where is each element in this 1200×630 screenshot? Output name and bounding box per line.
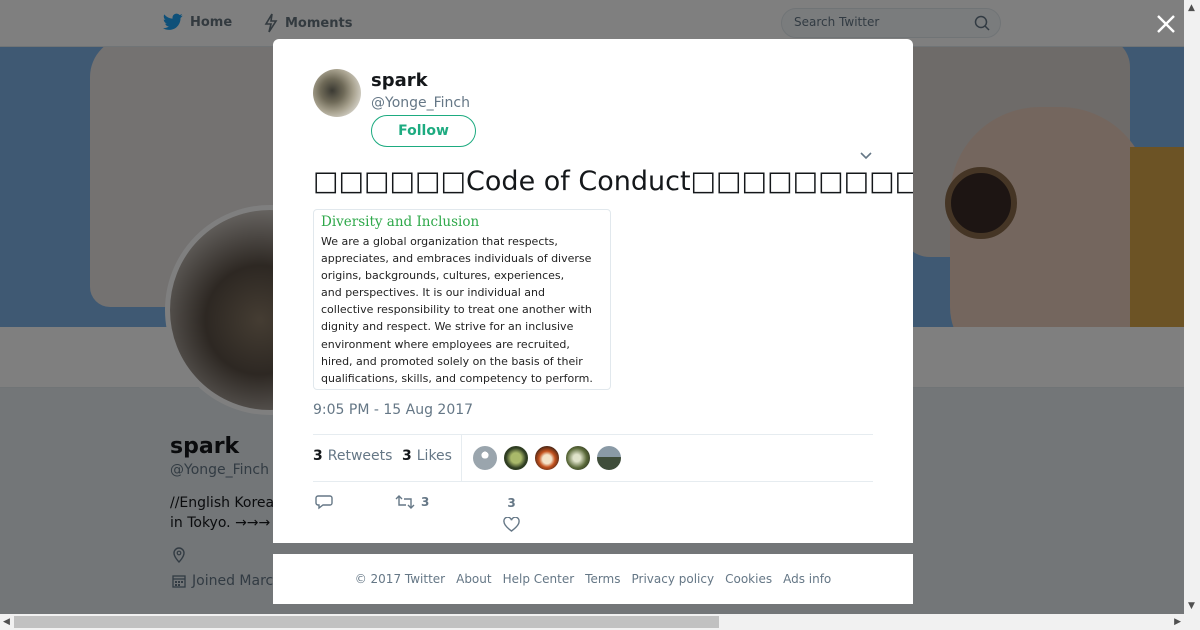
tweet-timestamp[interactable]: 9:05 PM - 15 Aug 2017 [313, 402, 473, 418]
scroll-up-arrow-icon[interactable]: ▲ [1188, 3, 1195, 13]
footer: © 2017 Twitter About Help Center Terms P… [273, 554, 913, 604]
likes-count: 3 [402, 448, 412, 464]
follow-button[interactable]: Follow [371, 115, 476, 147]
liker-avatar[interactable] [503, 445, 529, 471]
footer-cookies-link[interactable]: Cookies [725, 572, 772, 586]
likes-stat[interactable]: 3 Likes [402, 448, 452, 464]
footer-terms-link[interactable]: Terms [585, 572, 620, 586]
horizontal-scrollbar[interactable]: ◀ ▶ [0, 614, 1200, 630]
retweet-button[interactable]: 3 [395, 494, 429, 510]
footer-privacy-link[interactable]: Privacy policy [632, 572, 715, 586]
tweet-modal: spark @Yonge_Finch Follow □□□□□□Code of … [273, 39, 913, 543]
chevron-down-icon[interactable] [859, 151, 873, 161]
footer-about-link[interactable]: About [456, 572, 491, 586]
retweets-label: Retweets [327, 448, 393, 464]
tweet-actions: 3 3 [313, 489, 873, 543]
stats-divider [461, 435, 462, 481]
tweet-text: □□□□□□Code of Conduct□□□□□□□□□□□□□□□□□□□… [313, 166, 913, 197]
author-name[interactable]: spark [371, 70, 428, 91]
divider [313, 481, 873, 482]
reply-icon [315, 495, 333, 510]
likes-label: Likes [416, 448, 452, 464]
retweet-icon [395, 495, 415, 509]
author-handle[interactable]: @Yonge_Finch [371, 95, 470, 111]
close-icon[interactable] [1154, 12, 1178, 36]
footer-copyright: © 2017 Twitter [354, 572, 446, 586]
retweet-count: 3 [421, 495, 430, 509]
footer-help-link[interactable]: Help Center [503, 572, 575, 586]
liker-avatar[interactable] [565, 445, 591, 471]
reply-button[interactable] [315, 494, 333, 510]
scroll-right-arrow-icon[interactable]: ▶ [1174, 617, 1181, 627]
heart-icon [503, 517, 520, 532]
retweets-count: 3 [313, 448, 323, 464]
tweet-stats: 3 Retweets 3 Likes [313, 435, 873, 481]
liker-avatar[interactable] [472, 445, 498, 471]
liker-avatar[interactable] [596, 445, 622, 471]
retweets-stat[interactable]: 3 Retweets [313, 448, 392, 464]
tweet-image[interactable]: Diversity and Inclusion We are a global … [313, 209, 611, 390]
horizontal-scroll-thumb[interactable] [14, 616, 719, 628]
likers-avatars [472, 445, 622, 471]
vertical-scrollbar[interactable]: ▲ ▼ [1184, 0, 1200, 614]
author-avatar[interactable] [313, 69, 361, 117]
attachment-title: Diversity and Inclusion [321, 214, 480, 230]
like-count: 3 [507, 496, 516, 510]
scroll-down-arrow-icon[interactable]: ▼ [1188, 601, 1195, 611]
footer-ads-link[interactable]: Ads info [783, 572, 831, 586]
like-button[interactable]: 3 [503, 496, 520, 532]
scroll-left-arrow-icon[interactable]: ◀ [3, 617, 10, 627]
liker-avatar[interactable] [534, 445, 560, 471]
attachment-body: We are a global organization that respec… [321, 235, 593, 385]
